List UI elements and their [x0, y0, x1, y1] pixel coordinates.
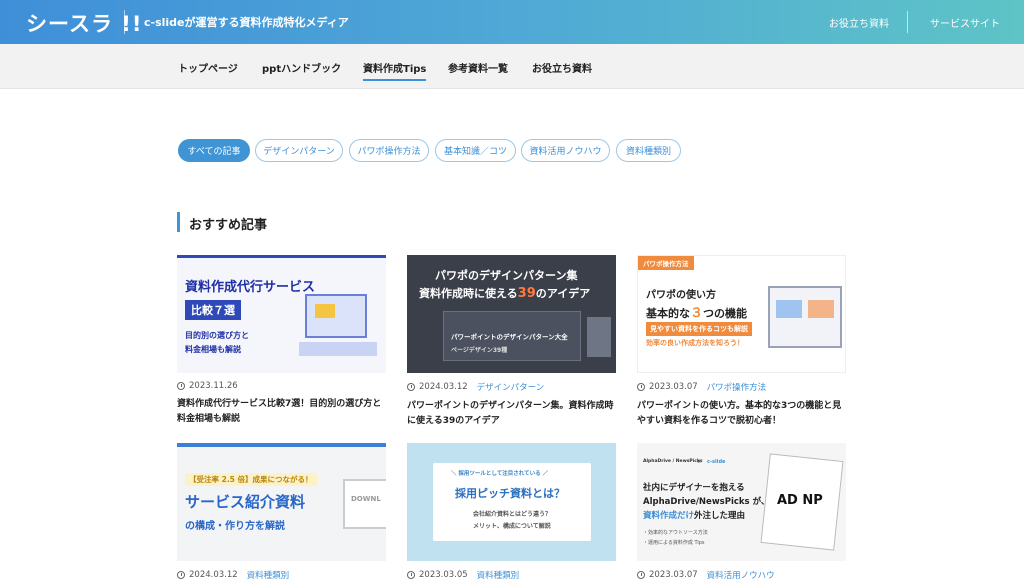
thumb-subtitle: の構成・作り方を解説 [185, 521, 285, 532]
thumb-text: メリット、構成について解説 [473, 523, 551, 530]
article-card[interactable]: 資料作成代行サービス 比較７選 目的別の選び方と 料金相場も解説 2023.11… [177, 255, 386, 427]
article-meta: 2023.11.26 [177, 381, 386, 391]
thumb-text: 目的別の選び方と [185, 331, 249, 340]
article-meta: 2023.03.07 資料活用ノウハウ [637, 569, 846, 581]
thumb-title: 基本的な３つの機能 [646, 306, 748, 321]
header-link-resources[interactable]: お役立ち資料 [829, 15, 889, 30]
article-meta: 2024.03.12 資料種類別 [177, 569, 386, 581]
thumb-title: 資料作成時に使える39のアイデア [419, 286, 591, 301]
thumb-illustration [343, 479, 386, 529]
article-date: 2024.03.12 [419, 382, 468, 392]
thumb-brand: AlphaDrive / NewsPicks [643, 459, 703, 464]
nav-item-ppt-handbook[interactable]: pptハンドブック [262, 60, 341, 79]
article-date: 2023.03.05 [419, 570, 468, 580]
site-tagline: c-slideが運営する資料作成特化メディア [144, 16, 349, 29]
filter-basics[interactable]: 基本知識／コツ [435, 139, 516, 162]
article-card[interactable]: ＼ 採用ツールとして注目されている ／ 採用ピッチ資料とは？ 会社紹介資料とはど… [407, 443, 616, 581]
article-card[interactable]: パワポのデザインパターン集 資料作成時に使える39のアイデア パワーポイントのデ… [407, 255, 616, 429]
header-divider [124, 10, 125, 34]
thumb-text: 効率の良い作成方法を知ろう！ [646, 339, 744, 347]
article-meta: 2023.03.07 パワポ操作方法 [637, 381, 846, 393]
filter-doc-types[interactable]: 資料種類別 [616, 139, 681, 162]
nav-item-tips[interactable]: 資料作成Tips [363, 60, 427, 81]
header-divider-right [907, 11, 908, 33]
section-title: おすすめ記事 [189, 218, 268, 233]
thumb-title: 採用ピッチ資料とは？ [455, 487, 565, 500]
thumb-subtitle: 比較７選 [185, 300, 241, 320]
article-title[interactable]: パワーポイントのデザインパターン集。資料作成時に使える39のアイデア [407, 399, 616, 429]
article-thumbnail[interactable]: ＼ 採用ツールとして注目されている ／ 採用ピッチ資料とは？ 会社紹介資料とはど… [407, 443, 616, 561]
thumb-text: 【受注率 2.5 倍】成果につながる！ [185, 473, 317, 486]
thumb-title: AlphaDrive/NewsPicks が、 [643, 497, 770, 507]
thumb-text: 見やすい資料を作るコツも解説 [646, 322, 752, 336]
article-date: 2023.11.26 [189, 381, 238, 391]
thumb-illustration [776, 300, 802, 318]
thumb-text: × [697, 459, 702, 465]
thumb-title: 資料作成代行サービス [185, 280, 316, 295]
clock-icon [407, 571, 415, 579]
article-category[interactable]: デザインパターン [477, 381, 545, 393]
article-date: 2023.03.07 [649, 570, 698, 580]
header-link-service-site[interactable]: サービスサイト [930, 15, 1000, 30]
clock-icon [407, 383, 415, 391]
clock-icon [177, 571, 185, 579]
article-category[interactable]: 資料種類別 [477, 569, 520, 581]
article-category[interactable]: 資料種類別 [247, 569, 290, 581]
section-accent-bar [177, 212, 180, 232]
thumb-text: ＼ 採用ツールとして注目されている ／ [451, 471, 549, 477]
thumb-title: 社内にデザイナーを抱える [643, 483, 745, 493]
thumb-illustration [587, 317, 611, 357]
article-thumbnail[interactable]: パワポのデザインパターン集 資料作成時に使える39のアイデア パワーポイントのデ… [407, 255, 616, 373]
thumb-tag: パワポ操作方法 [638, 256, 694, 270]
article-category[interactable]: パワポ操作方法 [707, 381, 767, 393]
article-thumbnail[interactable]: 【受注率 2.5 倍】成果につながる！ サービス紹介資料 の構成・作り方を解説 … [177, 443, 386, 561]
nav-item-resources[interactable]: お役立ち資料 [532, 60, 592, 79]
thumb-logo: AD NP [777, 493, 823, 508]
site-header: シースラ !! c-slideが運営する資料作成特化メディア お役立ち資料 サー… [0, 0, 1024, 44]
filter-all[interactable]: すべての記事 [178, 139, 250, 162]
article-thumbnail[interactable]: AlphaDrive / NewsPicks × c-slide 社内にデザイナ… [637, 443, 846, 561]
nav-item-reference[interactable]: 参考資料一覧 [448, 60, 508, 79]
nav-item-top[interactable]: トップページ [178, 60, 238, 79]
article-thumbnail[interactable]: 資料作成代行サービス 比較７選 目的別の選び方と 料金相場も解説 [177, 255, 386, 373]
clock-icon [637, 383, 645, 391]
article-category[interactable]: 資料活用ノウハウ [707, 569, 775, 581]
filter-ppt-operation[interactable]: パワポ操作方法 [349, 139, 429, 162]
thumb-title: 資料作成だけ外注した理由 [643, 511, 746, 521]
main-nav: トップページ pptハンドブック 資料作成Tips 参考資料一覧 お役立ち資料 [0, 44, 1024, 89]
thumb-text: ・運用による資料作成 Tips [643, 540, 705, 546]
article-meta: 2024.03.12 デザインパターン [407, 381, 616, 393]
article-date: 2023.03.07 [649, 382, 698, 392]
thumb-title: パワポのデザインパターン集 [435, 269, 578, 282]
thumb-text: ページデザイン39種 [451, 347, 508, 354]
article-date: 2024.03.12 [189, 570, 238, 580]
article-card[interactable]: 【受注率 2.5 倍】成果につながる！ サービス紹介資料 の構成・作り方を解説 … [177, 443, 386, 581]
thumb-text: パワーポイントのデザインパターン大全 [451, 333, 568, 341]
thumb-text: ・効率的なアウトソース方法 [643, 530, 708, 536]
thumb-title: サービス紹介資料 [185, 493, 306, 511]
thumb-text: 会社紹介資料とはどう違う？ [473, 511, 552, 518]
article-card[interactable]: パワポ操作方法 パワポの使い方 基本的な３つの機能 見やすい資料を作るコツも解説… [637, 255, 846, 429]
article-thumbnail[interactable]: パワポ操作方法 パワポの使い方 基本的な３つの機能 見やすい資料を作るコツも解説… [637, 255, 846, 373]
article-title[interactable]: パワーポイントの使い方。基本的な3つの機能と見やすい資料を作るコツで脱初心者！ [637, 399, 846, 429]
article-title[interactable]: 資料作成代行サービス比較7選！目的別の選び方と料金相場も解説 [177, 397, 386, 427]
filter-know-how[interactable]: 資料活用ノウハウ [521, 139, 610, 162]
thumb-text: DOWNL [351, 495, 381, 503]
thumb-title: パワポの使い方 [646, 290, 716, 301]
filter-design-pattern[interactable]: デザインパターン [255, 139, 343, 162]
article-meta: 2023.03.05 資料種類別 [407, 569, 616, 581]
thumb-illustration [315, 304, 335, 318]
thumb-text: 料金相場も解説 [185, 345, 241, 354]
article-card[interactable]: AlphaDrive / NewsPicks × c-slide 社内にデザイナ… [637, 443, 846, 581]
clock-icon [177, 382, 185, 390]
thumb-illustration [808, 300, 834, 318]
clock-icon [637, 571, 645, 579]
thumb-illustration [299, 342, 377, 356]
thumb-text: c-slide [707, 459, 726, 465]
